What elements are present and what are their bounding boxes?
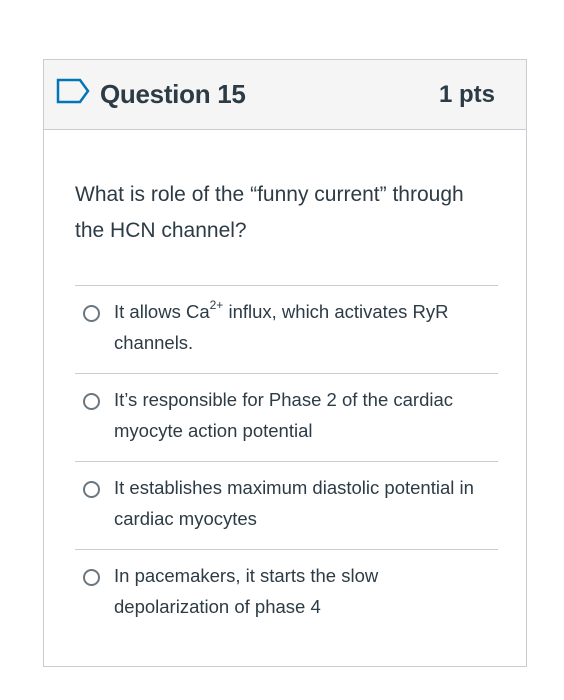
answer-label: It allows Ca2+ influx, which activates R… [114, 297, 449, 353]
question-points: 1 pts [438, 81, 495, 108]
answer-label: It’s responsible for Phase 2 of the card… [114, 389, 454, 441]
answer-option-4[interactable]: In pacemakers, it starts the slow depola… [75, 549, 498, 637]
answer-option-3[interactable]: It establishes maximum diastolic potenti… [75, 461, 498, 549]
radio-unchecked-icon[interactable] [83, 481, 100, 498]
radio-unchecked-icon[interactable] [83, 305, 100, 322]
answer-label: In pacemakers, it starts the slow depola… [114, 565, 379, 617]
answer-option-2[interactable]: It’s responsible for Phase 2 of the card… [75, 373, 498, 461]
answer-option-1[interactable]: It allows Ca2+ influx, which activates R… [75, 285, 498, 373]
answer-label: It establishes maximum diastolic potenti… [114, 477, 474, 529]
question-title: Question 15 [100, 79, 246, 109]
radio-unchecked-icon[interactable] [83, 569, 100, 586]
flag-question-icon[interactable] [56, 78, 90, 104]
question-text: What is role of the “funny current” thro… [75, 183, 464, 242]
answer-list: It allows Ca2+ influx, which activates R… [75, 285, 498, 637]
radio-unchecked-icon[interactable] [83, 393, 100, 410]
question-header: Question 15 1 pts [44, 60, 526, 130]
question-card: Question 15 1 pts What is role of the “f… [43, 59, 527, 667]
